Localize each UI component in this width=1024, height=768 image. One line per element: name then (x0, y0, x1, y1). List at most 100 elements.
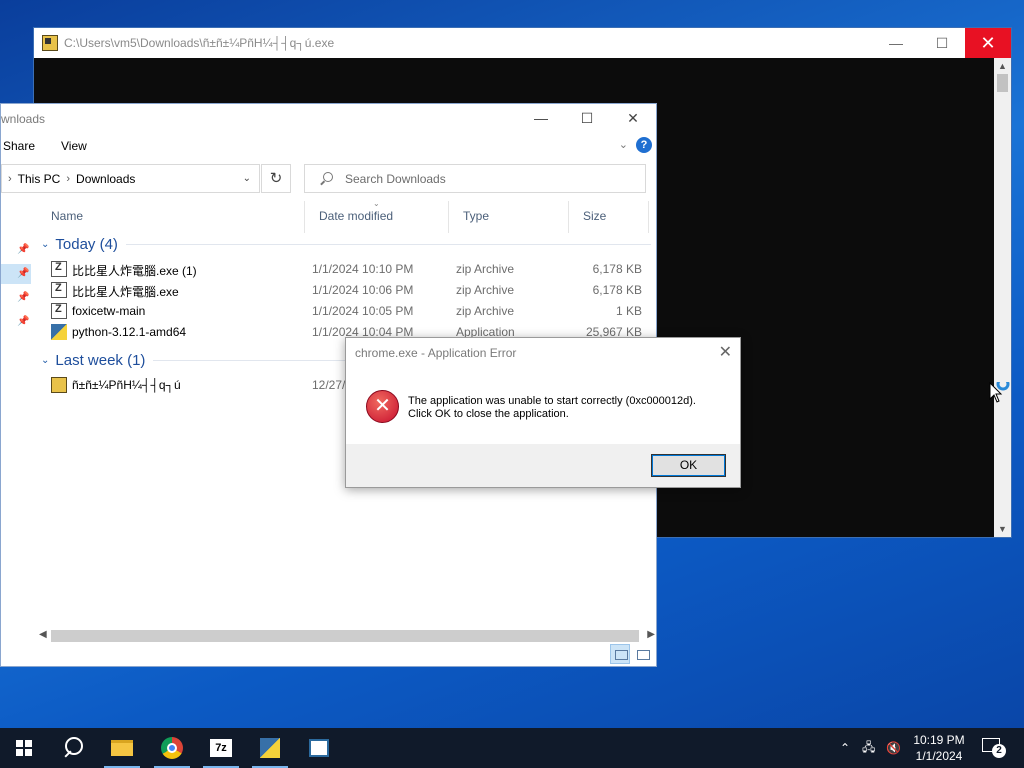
dialog-title: chrome.exe - Application Error (355, 346, 517, 360)
zip-file-icon (51, 282, 67, 298)
breadcrumb-chevron-icon: › (66, 172, 71, 185)
file-row[interactable]: 比比星人炸電腦.exe 1/1/2024 10:06 PM zip Archiv… (37, 280, 651, 301)
scroll-left-arrow-icon[interactable]: ◀ (39, 629, 47, 640)
console-scroll-thumb[interactable] (997, 74, 1008, 92)
column-header-size[interactable]: Size (569, 201, 649, 233)
file-size: 6,178 KB (592, 283, 642, 297)
console-minimize-button[interactable]: — (873, 28, 919, 58)
explorer-title: wnloads (1, 112, 46, 126)
breadcrumb-this-pc[interactable]: This PC (18, 172, 61, 186)
scroll-up-arrow-icon[interactable]: ▲ (994, 58, 1011, 74)
ribbon-expand-chevron-icon[interactable]: ⌄ (619, 138, 628, 151)
console-title: C:\Users\vm5\Downloads\ñ±ñ±¼PñH¼┤┤q┐ú.ex… (64, 36, 335, 50)
group-header-today[interactable]: ⌄ Today (4) (37, 233, 651, 255)
address-dropdown-icon[interactable]: ⌄ (243, 173, 251, 184)
taskbar-python-app[interactable] (246, 728, 294, 768)
ribbon-tab-share[interactable]: Share (3, 139, 35, 153)
address-row: › This PC › Downloads ⌄ ↻ Search Downloa… (1, 160, 656, 196)
details-view-icon[interactable] (610, 644, 630, 664)
console-title-bar[interactable]: C:\Users\vm5\Downloads\ñ±ñ±¼PñH¼┤┤q┐ú.ex… (34, 28, 1011, 58)
column-header-type[interactable]: Type (449, 201, 569, 233)
system-clock[interactable]: 10:19 PM 1/1/2024 (906, 732, 972, 764)
chrome-icon (161, 737, 183, 759)
error-message-line-2: Click OK to close the application. (408, 408, 569, 420)
error-message-line-1: The application was unable to start corr… (408, 395, 696, 407)
taskbar-registry-app[interactable] (295, 728, 343, 768)
console-close-button[interactable]: ✕ (965, 28, 1011, 58)
dialog-close-button[interactable]: ✕ (719, 342, 732, 362)
registry-app-icon (309, 739, 329, 757)
column-headers: Name Date modified ⌄ Type Size (37, 199, 651, 233)
zip-file-icon (51, 303, 67, 319)
file-row[interactable]: foxicetw-main 1/1/2024 10:05 PM zip Arch… (37, 301, 651, 322)
large-icons-view-icon[interactable] (632, 644, 652, 664)
ribbon-tab-view[interactable]: View (61, 139, 87, 153)
taskbar-chrome[interactable] (148, 728, 196, 768)
file-date: 1/1/2024 10:10 PM (312, 262, 414, 276)
horizontal-scrollbar[interactable]: ◀ ▶ (37, 629, 657, 643)
file-name: ñ±ñ±¼PñH¼┤┤q┐ú (72, 378, 181, 392)
navigation-pane: 📌 📌 📌 📌 (1, 196, 31, 636)
busy-cursor-icon (989, 382, 1010, 403)
console-app-icon (42, 35, 58, 51)
file-type: zip Archive (456, 304, 515, 318)
view-toggle (610, 644, 652, 664)
refresh-button[interactable]: ↻ (261, 164, 291, 193)
pin-icon[interactable]: 📌 (17, 316, 29, 327)
pin-icon: 📌 (17, 268, 30, 279)
folder-icon (111, 740, 133, 756)
breadcrumb-downloads[interactable]: Downloads (76, 172, 135, 186)
ribbon-tabs: Share View ⌄ ? (1, 132, 656, 160)
python-app-icon (260, 738, 280, 758)
group-label: Last week (1) (55, 351, 146, 369)
application-error-dialog[interactable]: chrome.exe - Application Error ✕ ✕ The a… (345, 337, 741, 488)
file-size: 6,178 KB (592, 262, 642, 276)
explorer-minimize-button[interactable]: — (518, 104, 564, 132)
scroll-down-arrow-icon[interactable]: ▼ (994, 521, 1011, 537)
explorer-close-button[interactable]: ✕ (610, 104, 656, 132)
ok-button[interactable]: OK (651, 454, 726, 477)
scroll-right-arrow-icon[interactable]: ▶ (647, 629, 655, 640)
tray-overflow-chevron-icon[interactable]: ⌃ (840, 728, 850, 768)
sort-caret-icon: ⌄ (373, 199, 380, 208)
clock-date: 1/1/2024 (915, 749, 963, 763)
application-icon (51, 377, 67, 393)
file-date: 1/1/2024 10:05 PM (312, 304, 414, 318)
taskbar-file-explorer[interactable] (98, 728, 146, 768)
column-header-name[interactable]: Name (37, 201, 305, 233)
notification-center-button[interactable]: 2 (982, 738, 1006, 758)
file-size: 1 KB (615, 304, 642, 318)
console-scrollbar[interactable]: ▲ ▼ (994, 58, 1011, 537)
taskbar-search-icon[interactable] (48, 728, 96, 768)
start-button[interactable] (0, 728, 48, 768)
search-box[interactable]: Search Downloads (304, 164, 646, 193)
taskbar-7zip[interactable]: 7z (197, 728, 245, 768)
address-bar[interactable]: › This PC › Downloads ⌄ (1, 164, 260, 193)
file-name: python-3.12.1-amd64 (72, 325, 187, 339)
error-icon: ✕ (366, 390, 399, 423)
console-maximize-button[interactable]: ☐ (919, 28, 965, 58)
network-icon[interactable]: 🖧 (862, 728, 875, 768)
file-name: foxicetw-main (72, 304, 146, 318)
search-input[interactable]: Search Downloads (345, 172, 446, 186)
error-message: The application was unable to start corr… (408, 395, 696, 421)
taskbar: 7z ⌃ 🖧 🔇 10:19 PM 1/1/2024 2 (0, 728, 1024, 768)
windows-logo-icon (16, 740, 32, 756)
notification-count-badge: 2 (992, 744, 1006, 758)
file-type: zip Archive (456, 283, 515, 297)
breadcrumb-chevron-icon: › (8, 172, 12, 185)
file-row[interactable]: 比比星人炸電腦.exe (1) 1/1/2024 10:10 PM zip Ar… (37, 259, 651, 280)
collapse-chevron-icon[interactable]: ⌄ (41, 355, 49, 366)
explorer-maximize-button[interactable]: ☐ (564, 104, 610, 132)
volume-muted-icon[interactable]: 🔇 (886, 728, 901, 768)
search-icon (319, 171, 333, 186)
nav-item-selected[interactable]: 📌 (1, 264, 31, 284)
horizontal-scroll-thumb[interactable] (51, 630, 639, 642)
pin-icon[interactable]: 📌 (17, 244, 29, 255)
pin-icon[interactable]: 📌 (17, 292, 29, 303)
help-icon[interactable]: ? (636, 137, 652, 153)
file-type: zip Archive (456, 262, 515, 276)
explorer-title-bar[interactable]: wnloads — ☐ ✕ (1, 104, 656, 132)
collapse-chevron-icon[interactable]: ⌄ (41, 239, 49, 250)
file-date: 12/27/ (312, 378, 346, 392)
